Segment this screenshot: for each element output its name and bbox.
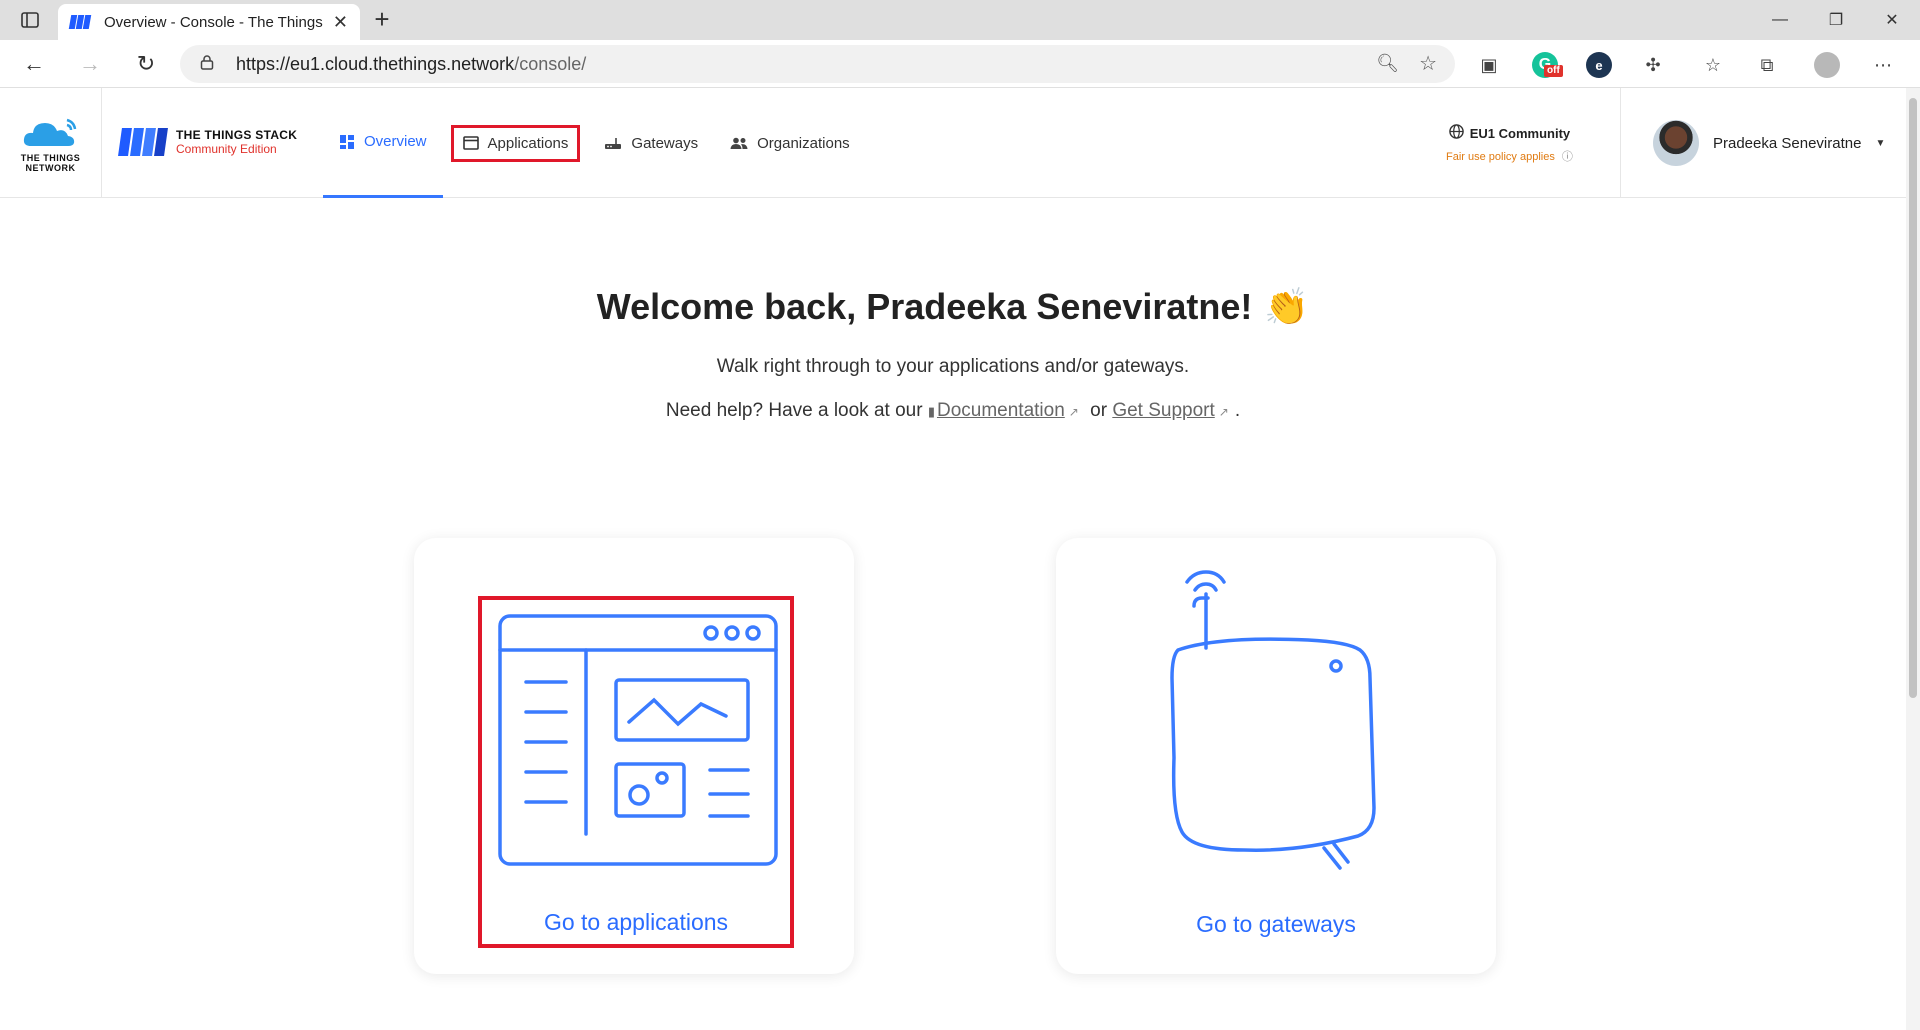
- ttn-label-line2: NETWORK: [25, 162, 76, 173]
- browser-tab[interactable]: Overview - Console - The Things Stack ✕: [58, 4, 360, 40]
- tts-title: THE THINGS STACK: [176, 128, 298, 142]
- app-header: THE THINGS NETWORK THE THINGS STACK Comm…: [0, 88, 1920, 198]
- tts-subtitle: Community Edition: [176, 142, 277, 156]
- browser-tab-bar: Overview - Console - The Things Stack ✕ …: [0, 0, 1920, 40]
- applications-card[interactable]: Go to applications: [414, 538, 854, 974]
- nav-organizations[interactable]: Organizations: [714, 88, 866, 198]
- url-field[interactable]: https://eu1.cloud.thethings.network/cons…: [180, 45, 1455, 83]
- extension-circle-icon[interactable]: e: [1586, 52, 1612, 78]
- overview-content: Welcome back, Pradeeka Seneviratne! 👏 Wal…: [0, 198, 1906, 1030]
- external-link-icon: ↗: [1068, 405, 1079, 419]
- welcome-subtitle: Walk right through to your applications …: [716, 356, 1190, 377]
- grammarly-ext-icon[interactable]: Goff: [1532, 52, 1563, 78]
- ttn-label-line1: THE THINGS: [20, 152, 81, 163]
- fair-use-policy-link[interactable]: Fair use policy applies ⓘ: [1446, 148, 1573, 164]
- applications-card-highlight: Go to applications: [478, 596, 794, 948]
- or-text: or: [1090, 400, 1108, 421]
- region-name: EU1 Community: [1469, 125, 1571, 141]
- globe-icon: [1448, 124, 1464, 142]
- window-controls: — ❐ ✕: [1752, 0, 1920, 40]
- welcome-heading: Welcome back, Pradeeka Seneviratne! 👏: [0, 286, 1906, 328]
- url-host: https://eu1.cloud.thethings.network: [236, 53, 515, 74]
- collections-ext-icon[interactable]: ▣: [1476, 52, 1502, 78]
- ttn-logo[interactable]: THE THINGS NETWORK: [0, 88, 102, 198]
- period-text: .: [1234, 400, 1241, 421]
- restore-icon[interactable]: ❐: [1808, 0, 1864, 40]
- url-path: /console/: [514, 53, 587, 74]
- page-scrollbar[interactable]: [1906, 88, 1920, 1030]
- zoom-icon[interactable]: 🔍︎: [1376, 53, 1399, 74]
- minimize-icon[interactable]: —: [1752, 0, 1808, 40]
- user-menu[interactable]: Pradeeka Seneviratne ▼: [1620, 88, 1920, 198]
- gateway-illustration-icon: [1170, 570, 1376, 870]
- favorite-add-icon[interactable]: ☆: [1419, 51, 1437, 76]
- chevron-down-icon: ▼: [1875, 137, 1886, 149]
- help-circle-icon: ⓘ: [1561, 151, 1573, 163]
- tts-logo[interactable]: THE THINGS STACK Community Edition: [118, 128, 298, 156]
- people-icon: [730, 137, 748, 149]
- region-info: EU1 Community Fair use policy applies ⓘ: [1446, 124, 1573, 164]
- get-support-link[interactable]: Get Support: [1112, 400, 1214, 421]
- favorites-icon[interactable]: ☆: [1700, 52, 1726, 78]
- tts-mark-icon: [118, 128, 168, 156]
- extensions-puzzle-icon[interactable]: ✣: [1640, 52, 1666, 78]
- nav-applications[interactable]: Applications: [443, 88, 589, 198]
- wave-emoji: 👏: [1264, 286, 1310, 327]
- nav-gateways-label: Gateways: [631, 134, 699, 152]
- nav-applications-label: Applications: [487, 134, 569, 152]
- nav-overview[interactable]: Overview: [323, 88, 443, 198]
- lock-icon: [200, 54, 216, 75]
- cloud-icon: [21, 114, 81, 150]
- main-nav: Overview Applications Gateways Organizat…: [323, 88, 866, 198]
- go-to-applications-link[interactable]: Go to applications: [482, 909, 790, 936]
- router-icon: [604, 136, 622, 150]
- documentation-link[interactable]: Documentation: [937, 400, 1065, 421]
- external-link-icon: ↗: [1218, 405, 1229, 419]
- tab-actions-icon[interactable]: [10, 6, 50, 34]
- tab-close-icon[interactable]: ✕: [333, 12, 348, 33]
- fair-use-policy-text: Fair use policy applies: [1446, 151, 1555, 163]
- nav-overview-label: Overview: [364, 133, 427, 150]
- collections-icon[interactable]: ⧉: [1754, 52, 1780, 78]
- help-line: Need help? Have a look at our ▮ Documenta…: [0, 400, 1906, 422]
- tab-title: Overview - Console - The Things Stack: [104, 13, 326, 31]
- dashboard-icon: [339, 134, 355, 150]
- gateways-card[interactable]: Go to gateways: [1056, 538, 1496, 974]
- user-name: Pradeeka Seneviratne: [1713, 134, 1862, 152]
- nav-organizations-label: Organizations: [757, 134, 850, 152]
- window-close-icon[interactable]: ✕: [1864, 0, 1920, 40]
- welcome-text: Welcome back, Pradeeka Seneviratne!: [596, 286, 1253, 327]
- back-icon[interactable]: ←: [20, 50, 48, 78]
- application-window-icon: [462, 136, 479, 150]
- help-prefix: Need help? Have a look at our: [665, 400, 923, 421]
- more-menu-icon[interactable]: ⋯: [1870, 52, 1896, 78]
- profile-avatar-icon[interactable]: [1814, 52, 1840, 78]
- refresh-icon[interactable]: ↻: [132, 50, 160, 78]
- user-avatar: [1653, 120, 1699, 166]
- ext-off-badge: off: [1544, 65, 1563, 77]
- application-illustration-icon: [498, 614, 778, 866]
- book-icon: ▮: [927, 404, 935, 419]
- nav-gateways[interactable]: Gateways: [588, 88, 714, 198]
- forward-icon[interactable]: →: [76, 50, 104, 78]
- scrollbar-thumb[interactable]: [1909, 98, 1917, 698]
- tts-favicon-icon: [68, 15, 92, 29]
- address-bar-row: ← → ↻ https://eu1.cloud.thethings.networ…: [0, 40, 1920, 88]
- go-to-gateways-link[interactable]: Go to gateways: [1056, 911, 1496, 938]
- new-tab-button[interactable]: +: [368, 6, 396, 34]
